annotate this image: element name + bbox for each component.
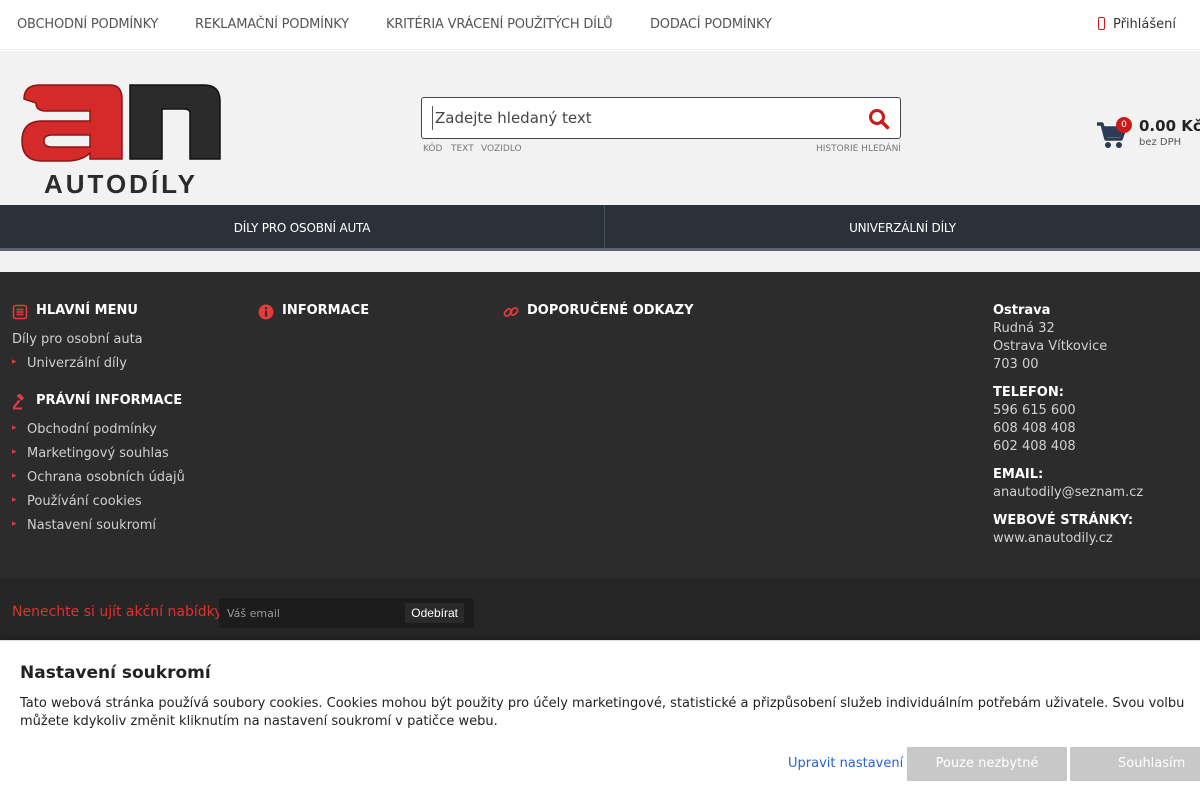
contact-phone-3[interactable]: 602 408 408 [993,439,1076,454]
footer-link-privacy[interactable]: Ochrana osobních údajů [12,470,185,485]
search-history-link[interactable]: HISTORIE HLEDÁNÍ [816,144,901,154]
top-link-returns[interactable]: KRITÉRIA VRÁCENÍ POUŽITÝCH DÍLŮ [386,17,613,32]
list-icon [12,304,28,320]
footer-legal-title: PRÁVNÍ INFORMACE [12,393,183,410]
header: AUTODÍLY KÓD TEXT VOZIDLO HISTORIE HLEDÁ… [0,51,1200,205]
cookie-necessary-button[interactable]: Pouze nezbytné [907,747,1067,781]
footer-link-car-parts[interactable]: Díly pro osobní auta [12,332,143,347]
cart-vat-note: bez DPH [1139,137,1182,148]
cookie-accept-button[interactable]: Souhlasím [1070,747,1200,781]
footer-info-title: INFORMACE [258,303,370,320]
newsletter-form: Odebírat [219,598,474,628]
newsletter-label: Nenechte si ujít akční nabídky [12,604,223,620]
cookie-title: Nastavení soukromí [20,663,211,683]
search-input[interactable] [432,106,852,130]
contact-web[interactable]: www.anautodily.cz [993,531,1113,546]
contact-phone-1[interactable]: 596 615 600 [993,403,1076,418]
newsletter: Nenechte si ujít akční nabídky Odebírat [0,578,1200,640]
cookie-consent-bar: Nastavení soukromí Tato webová stránka p… [0,640,1200,800]
spacer [0,251,1200,272]
footer-info-label: INFORMACE [282,303,370,318]
cart[interactable]: 0 0.00 Kč bez DPH [1096,117,1200,157]
cookie-text: Tato webová stránka používá soubory cook… [20,696,1185,729]
info-icon [258,304,274,320]
cart-count-badge: 0 [1116,117,1132,133]
footer-main-menu-title: HLAVNÍ MENU [12,303,138,320]
top-link-complaints[interactable]: REKLAMAČNÍ PODMÍNKY [195,17,349,32]
cart-price: 0.00 Kč [1139,117,1200,135]
search-icon [869,109,890,130]
search-box [421,97,901,139]
login-link[interactable]: Přihlášení [1097,17,1176,32]
link-icon [503,307,519,317]
footer-link-privacy-settings[interactable]: Nastavení soukromí [12,518,156,533]
footer-link-terms[interactable]: Obchodní podmínky [12,422,157,437]
footer-link-universal-parts[interactable]: Univerzální díly [12,356,127,371]
newsletter-subscribe-button[interactable]: Odebírat [405,603,464,623]
top-bar: OBCHODNÍ PODMÍNKY REKLAMAČNÍ PODMÍNKY KR… [0,0,1200,50]
nav-item-car-parts[interactable]: DÍLY PRO OSOBNÍ AUTA [0,205,604,248]
footer: HLAVNÍ MENU Díly pro osobní auta Univerz… [0,272,1200,578]
cookie-settings-link[interactable]: Upravit nastavení [788,756,903,771]
contact-district: Ostrava Vítkovice [993,339,1108,354]
site-logo[interactable]: AUTODÍLY [18,81,224,199]
footer-links-label: DOPORUČENÉ ODKAZY [527,303,694,318]
contact-web-label: WEBOVÉ STRÁNKY: [993,513,1134,528]
newsletter-email-input[interactable] [227,604,397,622]
contact-email-label: EMAIL: [993,467,1044,482]
contact-street: Rudná 32 [993,321,1055,336]
search-mode-vehicle[interactable]: VOZIDLO [481,144,522,154]
footer-links-title: DOPORUČENÉ ODKAZY [503,303,694,318]
top-link-delivery[interactable]: DODACÍ PODMÍNKY [650,17,772,32]
logo-mark-icon [21,84,221,162]
nav-item-universal-parts[interactable]: UNIVERZÁLNÍ DÍLY [605,205,1200,248]
search-button[interactable] [868,108,890,130]
contact-city: Ostrava [993,303,1051,318]
user-icon [1097,17,1105,30]
logo-text: AUTODÍLY [43,169,199,199]
footer-link-cookies[interactable]: Používání cookies [12,494,142,509]
footer-link-marketing-consent[interactable]: Marketingový souhlas [12,446,169,461]
gavel-icon [12,394,24,410]
contact-zip: 703 00 [993,357,1039,372]
contact-phone-2[interactable]: 608 408 408 [993,421,1076,436]
top-link-terms[interactable]: OBCHODNÍ PODMÍNKY [17,17,158,32]
contact-email[interactable]: anautodily@seznam.cz [993,485,1143,500]
search-mode-text[interactable]: TEXT [451,144,474,154]
search-mode-code[interactable]: KÓD [423,144,442,154]
footer-main-menu-label: HLAVNÍ MENU [36,303,138,318]
contact-phone-label: TELEFON: [993,385,1064,400]
footer-legal-label: PRÁVNÍ INFORMACE [36,393,183,408]
login-label: Přihlášení [1112,17,1176,32]
main-nav: DÍLY PRO OSOBNÍ AUTA UNIVERZÁLNÍ DÍLY [0,205,1200,251]
